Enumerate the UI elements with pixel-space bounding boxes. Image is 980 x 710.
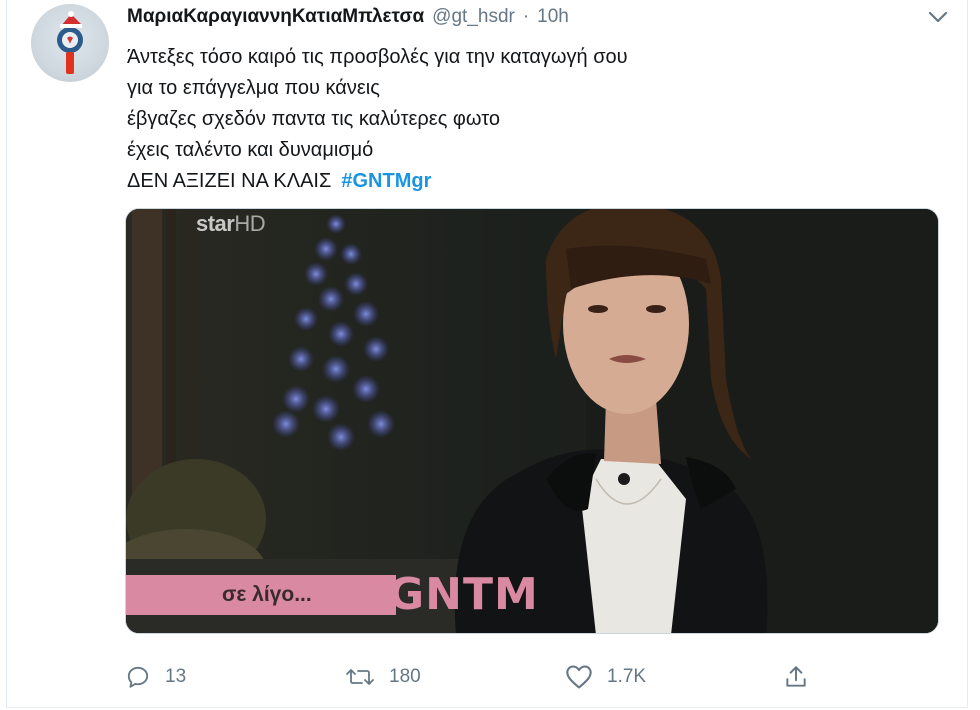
author-name[interactable]: ΜαριαΚαραγιαννηΚατιαΜπλετσα bbox=[127, 6, 424, 28]
reply-icon bbox=[127, 666, 149, 688]
avatar[interactable] bbox=[31, 4, 109, 82]
tweet-line: ΔΕΝ ΑΞΙΖΕΙ ΝΑ ΚΛΑΙΣ bbox=[127, 170, 332, 192]
show-logo: GNTM bbox=[388, 569, 539, 620]
tweet-line: έβγαζες σχεδόν παντα τις καλύτερες φωτο bbox=[127, 108, 500, 130]
tweet-text: Άντεξες τόσο καιρό τις προσβολές για την… bbox=[127, 42, 628, 197]
watermark-hd: HD bbox=[234, 211, 266, 236]
tweet-line: έχεις ταλέντο και δυναμισμό bbox=[127, 139, 374, 161]
share-button[interactable] bbox=[783, 660, 809, 694]
reply-count: 13 bbox=[165, 666, 187, 687]
separator-dot: · bbox=[522, 6, 530, 27]
tweet-line-last: ΔΕΝ ΑΞΙΖΕΙ ΝΑ ΚΛΑΙΣ #GNTMgr bbox=[127, 166, 628, 197]
like-count: 1.7K bbox=[607, 666, 647, 687]
reply-button[interactable]: 13 bbox=[125, 660, 186, 694]
chevron-down-icon bbox=[928, 11, 948, 23]
like-button[interactable]: 1.7K bbox=[565, 660, 646, 694]
tweet-menu-button[interactable] bbox=[927, 8, 949, 26]
video-caption: σε λίγο... bbox=[222, 583, 312, 606]
author-row: ΜαριαΚαραγιαννηΚατιαΜπλετσα @gt_hsdr · 1… bbox=[127, 6, 569, 32]
watermark-main: star bbox=[196, 211, 235, 236]
heart-icon bbox=[566, 665, 592, 689]
tweet-line: Άντεξες τόσο καιρό τις προσβολές για την… bbox=[127, 46, 628, 68]
retweet-icon bbox=[346, 669, 374, 685]
tweet-timestamp[interactable]: 10h bbox=[537, 6, 569, 28]
tweet-actions: 13 180 1.7K bbox=[125, 660, 825, 694]
video-caption-bar: σε λίγο... bbox=[126, 575, 396, 615]
tweet-media-video[interactable]: starHD σε λίγο... GNTM bbox=[125, 208, 939, 634]
hashtag-link[interactable]: #GNTMgr bbox=[341, 170, 431, 192]
retweet-button[interactable]: 180 bbox=[345, 660, 421, 694]
author-handle[interactable]: @gt_hsdr bbox=[432, 6, 515, 28]
tweet-card[interactable]: ΜαριαΚαραγιαννηΚατιαΜπλετσα @gt_hsdr · 1… bbox=[6, 0, 968, 708]
retweet-count: 180 bbox=[389, 666, 421, 687]
channel-watermark: starHD bbox=[196, 211, 266, 237]
share-icon bbox=[786, 666, 806, 687]
tweet-line: για το επάγγελμα που κάνεις bbox=[127, 77, 380, 99]
